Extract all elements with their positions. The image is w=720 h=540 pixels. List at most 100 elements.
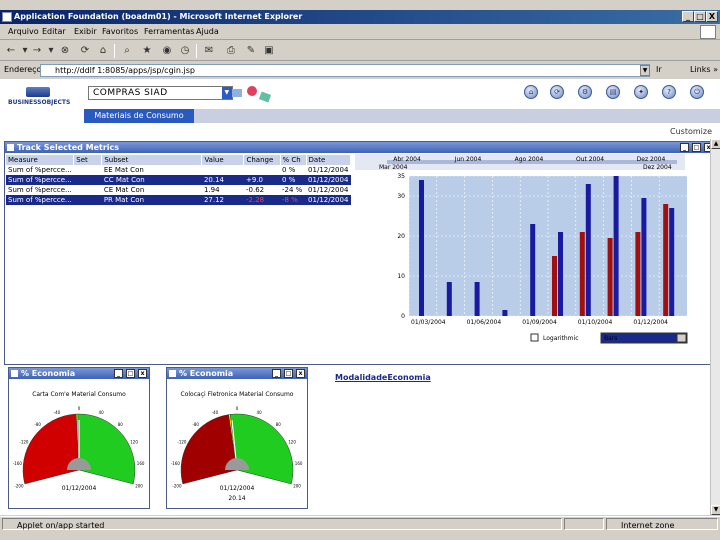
portlet-icon: [169, 370, 176, 377]
modalidade-economia-link[interactable]: ModalidadeEconomia: [335, 373, 431, 382]
go-button[interactable]: Ir: [656, 65, 662, 74]
gauge-green-zone: [77, 413, 136, 485]
gauge-tick-label: -160: [171, 461, 181, 466]
vertical-scrollbar[interactable]: ▲ ▼: [710, 139, 720, 515]
table-row[interactable]: Sum of %percce... PR Mat Con 27.12 -2.28 -8 …: [6, 195, 351, 205]
cell-pct: 0 %: [280, 175, 307, 185]
minimize-icon[interactable]: _: [272, 369, 281, 378]
close-icon[interactable]: x: [138, 369, 147, 378]
toolbar-separator: [196, 44, 197, 58]
maximize-icon[interactable]: □: [284, 369, 293, 378]
x-tick-label: 01/10/2004: [578, 319, 613, 326]
history-icon[interactable]: ◷: [178, 44, 192, 58]
forward-icon[interactable]: →: [30, 44, 44, 58]
close-button[interactable]: X: [706, 11, 718, 22]
gauge-red-zone: [22, 413, 80, 485]
cell-date: 01/12/2004: [306, 175, 351, 185]
business-objects-logo: BUSINESSOBJECTS: [8, 87, 70, 107]
table-row[interactable]: Sum of %percce... CE Mat Con 1.94 -0.62 -24 …: [6, 185, 351, 195]
minimize-icon[interactable]: _: [114, 369, 123, 378]
discuss-icon[interactable]: ▣: [262, 44, 276, 58]
scroll-up-icon[interactable]: ▲: [711, 139, 720, 149]
maximize-icon[interactable]: □: [692, 143, 701, 152]
print-icon[interactable]: ⎙: [224, 44, 238, 58]
portlet-header: Track Selected Metrics _ □ x: [5, 142, 715, 153]
gauge-tick-label: -40: [212, 410, 219, 415]
cell-measure: Sum of %percce...: [8, 166, 72, 174]
menu-arquivo[interactable]: Arquivo: [8, 27, 39, 36]
bar: [552, 256, 557, 316]
cell-date: 01/12/2004: [308, 166, 349, 174]
close-icon[interactable]: x: [296, 369, 305, 378]
gauge-tick-label: 80: [118, 422, 124, 427]
logarithmic-checkbox: [530, 333, 539, 342]
mail-icon[interactable]: ✉: [202, 44, 216, 58]
col-set[interactable]: Set: [73, 155, 103, 165]
maximize-icon[interactable]: □: [126, 369, 135, 378]
chevron-down-icon[interactable]: ▼: [640, 65, 650, 76]
home-icon[interactable]: ⌂: [96, 44, 110, 58]
cell-value: 27.12: [201, 195, 244, 205]
settings-icon[interactable]: ⚙: [578, 85, 592, 99]
document-icon[interactable]: ▤: [606, 85, 620, 99]
menu-ajuda[interactable]: Ajuda: [196, 27, 219, 36]
range-end-label: Dez 2004: [643, 164, 672, 171]
tab-materiais-de-consumo[interactable]: Materiais de Consumo: [84, 109, 194, 123]
menu-favoritos[interactable]: Favoritos: [102, 27, 138, 36]
app-selector-value: COMPRAS SIAD: [93, 88, 168, 98]
scroll-down-icon[interactable]: ▼: [711, 505, 720, 515]
table-row[interactable]: Sum of %percce... CC Mat Con 20.14 +9.0 0 % 0…: [6, 175, 351, 185]
decorative-shapes-icon: [232, 86, 272, 103]
logout-icon[interactable]: ⏻: [690, 85, 704, 99]
cell-set: [74, 185, 102, 195]
home-icon[interactable]: ⌂: [524, 85, 538, 99]
menu-editar[interactable]: Editar: [42, 27, 66, 36]
col-pct[interactable]: % Ch: [280, 155, 307, 165]
customize-link[interactable]: Customize: [670, 127, 712, 136]
gauge-tick-label: 0: [78, 406, 81, 411]
y-tick-label: 20: [397, 233, 405, 240]
minimize-button[interactable]: _: [682, 11, 694, 22]
bar: [530, 224, 536, 316]
stop-icon[interactable]: ⊗: [58, 44, 72, 58]
x-tick-label: 01/09/2004: [522, 319, 557, 326]
bar: [502, 310, 508, 316]
refresh-icon[interactable]: ⟳: [550, 85, 564, 99]
minimize-icon[interactable]: _: [680, 143, 689, 152]
app-selector[interactable]: COMPRAS SIAD ▼: [88, 86, 233, 100]
col-date[interactable]: Date: [306, 155, 352, 165]
menu-ferramentas[interactable]: Ferramentas: [144, 27, 194, 36]
back-icon[interactable]: ←: [4, 44, 18, 58]
cell-value: 1.94: [203, 186, 220, 194]
gauge-red-zone: [180, 414, 238, 485]
search-icon[interactable]: ⌕: [120, 44, 134, 58]
media-icon[interactable]: ◉: [160, 44, 174, 58]
links-button[interactable]: Links »: [690, 65, 718, 74]
bar: [585, 184, 591, 316]
gauge-tick-label: 40: [99, 410, 105, 415]
help-icon[interactable]: ?: [662, 85, 676, 99]
tools-icon[interactable]: ✦: [634, 85, 648, 99]
address-bar: Endereço http://ddlf 1:8085/apps/jsp/cgi…: [0, 62, 720, 78]
maximize-button[interactable]: □: [694, 11, 706, 22]
bar: [474, 282, 480, 316]
gauge-tick-label: -120: [19, 440, 29, 445]
cell-set: [74, 165, 102, 175]
cell-set: [73, 195, 102, 205]
table-row[interactable]: Sum of %percce... EE Mat Con 0 % 01/12/2004: [6, 165, 351, 175]
col-subset[interactable]: Subset: [101, 155, 203, 165]
menu-exibir[interactable]: Exibir: [74, 27, 97, 36]
bar: [663, 204, 669, 316]
col-value[interactable]: Value: [201, 155, 245, 165]
col-measure[interactable]: Measure: [6, 155, 75, 165]
refresh-icon[interactable]: ⟳: [78, 44, 92, 58]
ie-app-icon: [2, 12, 12, 22]
edit-icon[interactable]: ✎: [244, 44, 258, 58]
address-input[interactable]: http://ddlf 1:8085/apps/jsp/cgin.jsp: [40, 64, 650, 77]
x-tick-label: 01/03/2004: [411, 319, 446, 326]
dropdown-icon[interactable]: ▾: [44, 44, 58, 58]
favorites-icon[interactable]: ★: [140, 44, 154, 58]
col-change[interactable]: Change: [243, 155, 281, 165]
cell-pct: -8 %: [280, 195, 307, 205]
gauge-tick-label: -80: [192, 422, 199, 427]
